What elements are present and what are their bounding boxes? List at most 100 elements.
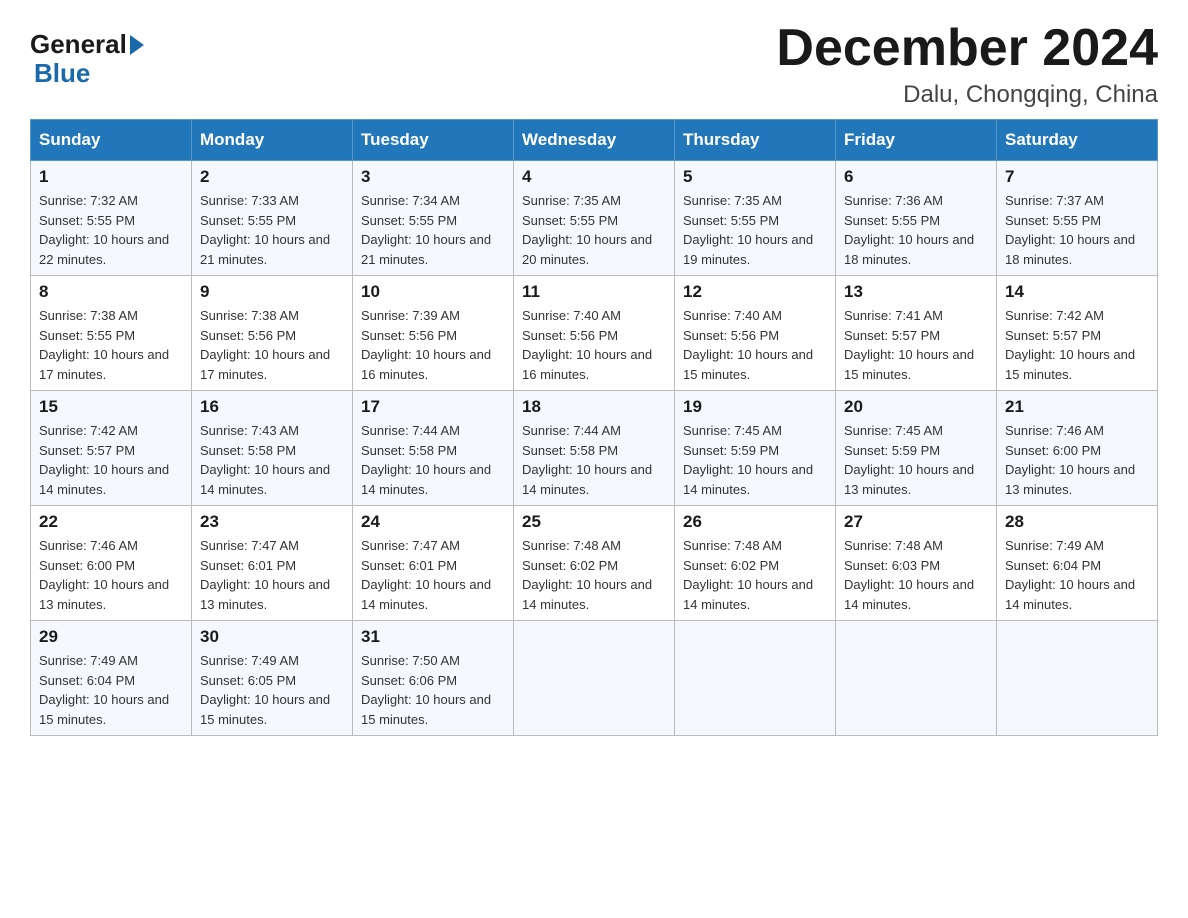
calendar-week-5: 29Sunrise: 7:49 AMSunset: 6:04 PMDayligh… [31, 621, 1158, 736]
logo-general-text: General [30, 30, 144, 59]
calendar-table: SundayMondayTuesdayWednesdayThursdayFrid… [30, 119, 1158, 736]
day-number: 2 [200, 167, 344, 187]
calendar-cell: 29Sunrise: 7:49 AMSunset: 6:04 PMDayligh… [31, 621, 192, 736]
calendar-cell: 8 Sunrise: 7:38 AMSunset: 5:55 PMDaylight… [31, 276, 192, 391]
location-subtitle: Dalu, Chongqing, China [776, 81, 1158, 109]
day-info: Sunrise: 7:45 AMSunset: 5:59 PMDaylight:… [683, 421, 827, 499]
calendar-cell: 26 Sunrise: 7:48 AMSunset: 6:02 PMDayligh… [675, 506, 836, 621]
day-number: 18 [522, 397, 666, 417]
day-number: 31 [361, 627, 505, 647]
calendar-cell: 25 Sunrise: 7:48 AMSunset: 6:02 PMDayligh… [514, 506, 675, 621]
calendar-cell [997, 621, 1158, 736]
day-number: 4 [522, 167, 666, 187]
col-header-wednesday: Wednesday [514, 120, 675, 161]
calendar-week-3: 15 Sunrise: 7:42 AMSunset: 5:57 PMDayligh… [31, 391, 1158, 506]
calendar-cell [836, 621, 997, 736]
day-number: 17 [361, 397, 505, 417]
day-info: Sunrise: 7:48 AMSunset: 6:02 PMDaylight:… [522, 536, 666, 614]
calendar-cell: 2Sunrise: 7:33 AMSunset: 5:55 PMDaylight… [192, 161, 353, 276]
calendar-cell: 5Sunrise: 7:35 AMSunset: 5:55 PMDaylight… [675, 161, 836, 276]
day-number: 21 [1005, 397, 1149, 417]
calendar-cell: 24Sunrise: 7:47 AMSunset: 6:01 PMDayligh… [353, 506, 514, 621]
day-number: 8 [39, 282, 183, 302]
day-info: Sunrise: 7:48 AMSunset: 6:02 PMDaylight:… [683, 536, 827, 614]
day-info: Sunrise: 7:37 AMSunset: 5:55 PMDaylight:… [1005, 191, 1149, 269]
day-number: 30 [200, 627, 344, 647]
day-number: 27 [844, 512, 988, 532]
logo: General Blue [30, 30, 144, 87]
col-header-thursday: Thursday [675, 120, 836, 161]
day-number: 16 [200, 397, 344, 417]
day-number: 20 [844, 397, 988, 417]
day-number: 14 [1005, 282, 1149, 302]
calendar-cell: 1Sunrise: 7:32 AMSunset: 5:55 PMDaylight… [31, 161, 192, 276]
day-number: 7 [1005, 167, 1149, 187]
calendar-cell [514, 621, 675, 736]
calendar-cell: 22 Sunrise: 7:46 AMSunset: 6:00 PMDayligh… [31, 506, 192, 621]
day-number: 9 [200, 282, 344, 302]
day-info: Sunrise: 7:38 AMSunset: 5:56 PMDaylight:… [200, 306, 344, 384]
calendar-cell: 14Sunrise: 7:42 AMSunset: 5:57 PMDayligh… [997, 276, 1158, 391]
day-info: Sunrise: 7:47 AMSunset: 6:01 PMDaylight:… [200, 536, 344, 614]
day-info: Sunrise: 7:49 AMSunset: 6:04 PMDaylight:… [1005, 536, 1149, 614]
calendar-week-1: 1Sunrise: 7:32 AMSunset: 5:55 PMDaylight… [31, 161, 1158, 276]
calendar-cell: 16 Sunrise: 7:43 AMSunset: 5:58 PMDayligh… [192, 391, 353, 506]
day-info: Sunrise: 7:45 AMSunset: 5:59 PMDaylight:… [844, 421, 988, 499]
day-number: 19 [683, 397, 827, 417]
calendar-cell: 28 Sunrise: 7:49 AMSunset: 6:04 PMDayligh… [997, 506, 1158, 621]
col-header-saturday: Saturday [997, 120, 1158, 161]
col-header-friday: Friday [836, 120, 997, 161]
calendar-cell: 27 Sunrise: 7:48 AMSunset: 6:03 PMDayligh… [836, 506, 997, 621]
day-info: Sunrise: 7:39 AMSunset: 5:56 PMDaylight:… [361, 306, 505, 384]
calendar-cell: 20 Sunrise: 7:45 AMSunset: 5:59 PMDayligh… [836, 391, 997, 506]
title-section: December 2024 Dalu, Chongqing, China [776, 20, 1158, 109]
day-number: 5 [683, 167, 827, 187]
day-number: 13 [844, 282, 988, 302]
day-info: Sunrise: 7:46 AMSunset: 6:00 PMDaylight:… [1005, 421, 1149, 499]
col-header-sunday: Sunday [31, 120, 192, 161]
calendar-cell: 12Sunrise: 7:40 AMSunset: 5:56 PMDayligh… [675, 276, 836, 391]
col-header-tuesday: Tuesday [353, 120, 514, 161]
page-header: General Blue December 2024 Dalu, Chongqi… [30, 20, 1158, 109]
logo-blue-text: Blue [34, 59, 144, 88]
calendar-week-2: 8 Sunrise: 7:38 AMSunset: 5:55 PMDaylight… [31, 276, 1158, 391]
day-number: 25 [522, 512, 666, 532]
day-number: 26 [683, 512, 827, 532]
day-info: Sunrise: 7:44 AMSunset: 5:58 PMDaylight:… [361, 421, 505, 499]
calendar-cell: 15 Sunrise: 7:42 AMSunset: 5:57 PMDayligh… [31, 391, 192, 506]
day-number: 24 [361, 512, 505, 532]
day-info: Sunrise: 7:46 AMSunset: 6:00 PMDaylight:… [39, 536, 183, 614]
calendar-cell: 13 Sunrise: 7:41 AMSunset: 5:57 PMDayligh… [836, 276, 997, 391]
day-info: Sunrise: 7:44 AMSunset: 5:58 PMDaylight:… [522, 421, 666, 499]
day-number: 22 [39, 512, 183, 532]
calendar-cell: 18 Sunrise: 7:44 AMSunset: 5:58 PMDayligh… [514, 391, 675, 506]
day-info: Sunrise: 7:42 AMSunset: 5:57 PMDaylight:… [39, 421, 183, 499]
day-info: Sunrise: 7:41 AMSunset: 5:57 PMDaylight:… [844, 306, 988, 384]
calendar-cell: 6 Sunrise: 7:36 AMSunset: 5:55 PMDaylight… [836, 161, 997, 276]
day-number: 6 [844, 167, 988, 187]
calendar-cell: 23 Sunrise: 7:47 AMSunset: 6:01 PMDayligh… [192, 506, 353, 621]
day-number: 3 [361, 167, 505, 187]
day-number: 15 [39, 397, 183, 417]
day-info: Sunrise: 7:49 AMSunset: 6:04 PMDaylight:… [39, 651, 183, 729]
calendar-cell: 17 Sunrise: 7:44 AMSunset: 5:58 PMDayligh… [353, 391, 514, 506]
day-info: Sunrise: 7:49 AMSunset: 6:05 PMDaylight:… [200, 651, 344, 729]
day-info: Sunrise: 7:40 AMSunset: 5:56 PMDaylight:… [522, 306, 666, 384]
day-info: Sunrise: 7:50 AMSunset: 6:06 PMDaylight:… [361, 651, 505, 729]
day-info: Sunrise: 7:48 AMSunset: 6:03 PMDaylight:… [844, 536, 988, 614]
calendar-cell: 31 Sunrise: 7:50 AMSunset: 6:06 PMDayligh… [353, 621, 514, 736]
day-info: Sunrise: 7:43 AMSunset: 5:58 PMDaylight:… [200, 421, 344, 499]
calendar-cell: 10Sunrise: 7:39 AMSunset: 5:56 PMDayligh… [353, 276, 514, 391]
day-info: Sunrise: 7:36 AMSunset: 5:55 PMDaylight:… [844, 191, 988, 269]
day-number: 28 [1005, 512, 1149, 532]
calendar-cell: 21 Sunrise: 7:46 AMSunset: 6:00 PMDayligh… [997, 391, 1158, 506]
day-info: Sunrise: 7:38 AMSunset: 5:55 PMDaylight:… [39, 306, 183, 384]
col-header-monday: Monday [192, 120, 353, 161]
calendar-cell: 11Sunrise: 7:40 AMSunset: 5:56 PMDayligh… [514, 276, 675, 391]
calendar-cell: 30 Sunrise: 7:49 AMSunset: 6:05 PMDayligh… [192, 621, 353, 736]
day-number: 23 [200, 512, 344, 532]
day-number: 12 [683, 282, 827, 302]
day-info: Sunrise: 7:35 AMSunset: 5:55 PMDaylight:… [522, 191, 666, 269]
day-info: Sunrise: 7:34 AMSunset: 5:55 PMDaylight:… [361, 191, 505, 269]
calendar-header-row: SundayMondayTuesdayWednesdayThursdayFrid… [31, 120, 1158, 161]
